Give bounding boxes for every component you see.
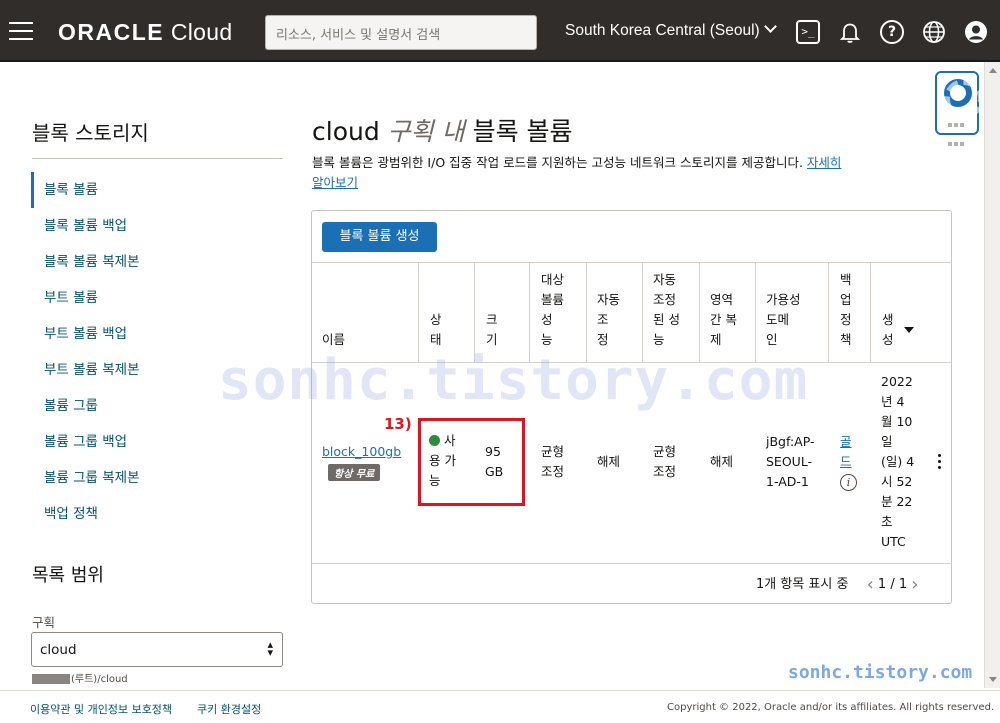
bell-icon[interactable] (838, 20, 862, 44)
compartment-label: 구획 (32, 615, 56, 630)
pagination: 1개 항목 표시 중 ‹ 1 / 1 › (756, 573, 918, 595)
chevron-left-icon[interactable]: ‹ (867, 574, 874, 595)
sidebar-item-block-volume-backups[interactable]: 블록 볼륨 백업 (31, 208, 283, 244)
lifebuoy-icon (944, 79, 984, 119)
chevron-down-icon (763, 20, 777, 33)
hamburger-menu-icon[interactable] (9, 22, 33, 40)
sidebar-item-block-volume-replicas[interactable]: 블록 볼륨 복제본 (31, 244, 283, 280)
backup-policy-link[interactable]: 골 (840, 432, 857, 452)
terms-privacy-link[interactable]: 이용약관 및 개인정보 보호정책 (30, 701, 172, 717)
pager-item-count: 1개 항목 표시 중 (756, 577, 849, 592)
row-actions-kebab-icon[interactable] (938, 454, 944, 472)
region-selector[interactable]: South Korea Central (Seoul) (565, 20, 777, 40)
column-header-target-performance[interactable]: 대상 볼륨 성 능 (541, 270, 564, 350)
page-description: 블록 볼륨은 광범위한 I/O 집중 작업 로드를 지원하는 고성능 네트워크 … (312, 155, 842, 190)
column-header-created[interactable]: 생성 (882, 310, 894, 350)
copyright-text: Copyright © 2022, Oracle and/or its affi… (667, 702, 995, 713)
backup-policy-link[interactable]: 드 (840, 452, 857, 472)
cookie-preferences-link[interactable]: 쿠키 환경설정 (197, 701, 261, 717)
user-profile-icon[interactable] (964, 20, 988, 44)
scroll-up-icon[interactable] (989, 68, 997, 73)
always-free-badge: 항상 무료 (328, 464, 381, 481)
sidebar-divider (32, 158, 283, 159)
sidebar-item-block-volumes[interactable]: 블록 볼륨 (31, 172, 283, 208)
column-header-availability-domain[interactable]: 가용성 도메 인 (766, 290, 801, 350)
info-icon[interactable]: i (840, 474, 857, 491)
volume-target-performance: 균형 조정 (541, 444, 565, 479)
help-icon[interactable]: ? (880, 20, 904, 44)
column-header-backup-policy[interactable]: 백업정책 (840, 270, 852, 350)
chevron-right-icon[interactable]: › (911, 574, 918, 595)
select-updown-icon: ▴ ▾ (267, 638, 273, 659)
search-input[interactable]: 리소스, 서비스 및 설명서 검색 (265, 15, 537, 50)
column-divider (828, 262, 829, 363)
watermark: sonhc.tistory.com (218, 348, 809, 413)
volume-cross-region-replication: 해제 (710, 454, 734, 469)
help-lifebuoy-button[interactable] (935, 71, 984, 146)
sidebar-item-boot-volumes[interactable]: 부트 볼륨 (31, 280, 283, 316)
redacted-tenancy (32, 674, 70, 684)
page-title: cloud 구획 내 블록 볼륨 (312, 117, 573, 146)
pager-pages: 1 / 1 (877, 577, 908, 592)
volume-auto-tune: 해제 (597, 454, 621, 469)
column-header-auto-tuned-performance[interactable]: 자동 조정 된 성능 (653, 270, 680, 350)
cloud-shell-icon[interactable]: >_ (796, 20, 820, 44)
column-header-size[interactable]: 크기 (486, 310, 498, 350)
volume-availability-domain: jBgf:AP- SEOUL- 1-AD-1 (766, 434, 815, 489)
sidebar-item-volume-group-replicas[interactable]: 볼륨 그룹 복제본 (31, 460, 283, 496)
sidebar-item-volume-group-backups[interactable]: 볼륨 그룹 백업 (31, 424, 283, 460)
scroll-down-icon[interactable] (989, 677, 997, 682)
compartment-value: cloud (40, 642, 77, 658)
column-header-auto-tune[interactable]: 자동 조 정 (597, 290, 620, 350)
compartment-path: (루트)/cloud (32, 670, 128, 685)
volume-name-link[interactable]: block_100gb (322, 442, 401, 462)
sidebar-item-boot-volume-backups[interactable]: 부트 볼륨 백업 (31, 316, 283, 352)
compartment-select[interactable]: cloud ▴ ▾ (31, 632, 283, 667)
top-navigation-bar: ORACLE Cloud 리소스, 서비스 및 설명서 검색 South Kor… (0, 0, 1000, 62)
volume-auto-tuned-performance: 균형 조정 (653, 444, 677, 479)
annotation-label: 13) (384, 415, 412, 433)
column-header-name[interactable]: 이름 (322, 330, 345, 350)
column-header-cross-region-replication[interactable]: 영역 간 복제 (710, 290, 737, 350)
table-bottom-border (312, 563, 951, 564)
sort-descending-icon[interactable] (904, 327, 914, 333)
column-divider (870, 262, 871, 363)
create-block-volume-button[interactable]: 블록 볼륨 생성 (322, 222, 437, 252)
annotation-highlight-box (418, 418, 525, 506)
list-scope-title: 목록 범위 (32, 565, 104, 586)
sidebar-title: 블록 스토리지 (32, 121, 149, 145)
footer: 이용약관 및 개인정보 보호정책 쿠키 환경설정 Copyright © 202… (0, 690, 1000, 723)
page-scrollbar[interactable] (984, 62, 1000, 688)
table-top-border (312, 262, 951, 263)
volume-created-time: 2022 년 4월 10 일 (일) 4시 52 분 22 초 UTC (881, 374, 915, 549)
sidebar-item-backup-policies[interactable]: 백업 정책 (31, 496, 283, 532)
volume-backup-policy: 골 드 i (840, 432, 857, 492)
oracle-cloud-logo[interactable]: ORACLE Cloud (58, 19, 232, 46)
watermark-small: sonhc.tistory.com (788, 662, 973, 683)
globe-icon[interactable] (922, 20, 946, 44)
column-header-state[interactable]: 상태 (430, 310, 442, 350)
grid-dots-icon (947, 113, 969, 146)
